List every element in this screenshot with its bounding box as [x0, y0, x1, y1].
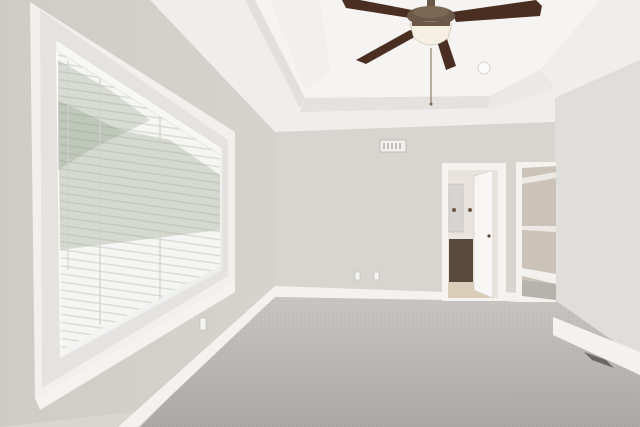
closet-doorway	[516, 162, 556, 302]
hvac-vent	[379, 139, 407, 153]
smoke-detector	[477, 61, 491, 75]
vanity	[449, 238, 473, 282]
bathroom-door	[473, 169, 494, 299]
bathroom-doorway	[442, 163, 506, 301]
back-wall	[275, 122, 555, 300]
room-scene	[0, 0, 640, 427]
